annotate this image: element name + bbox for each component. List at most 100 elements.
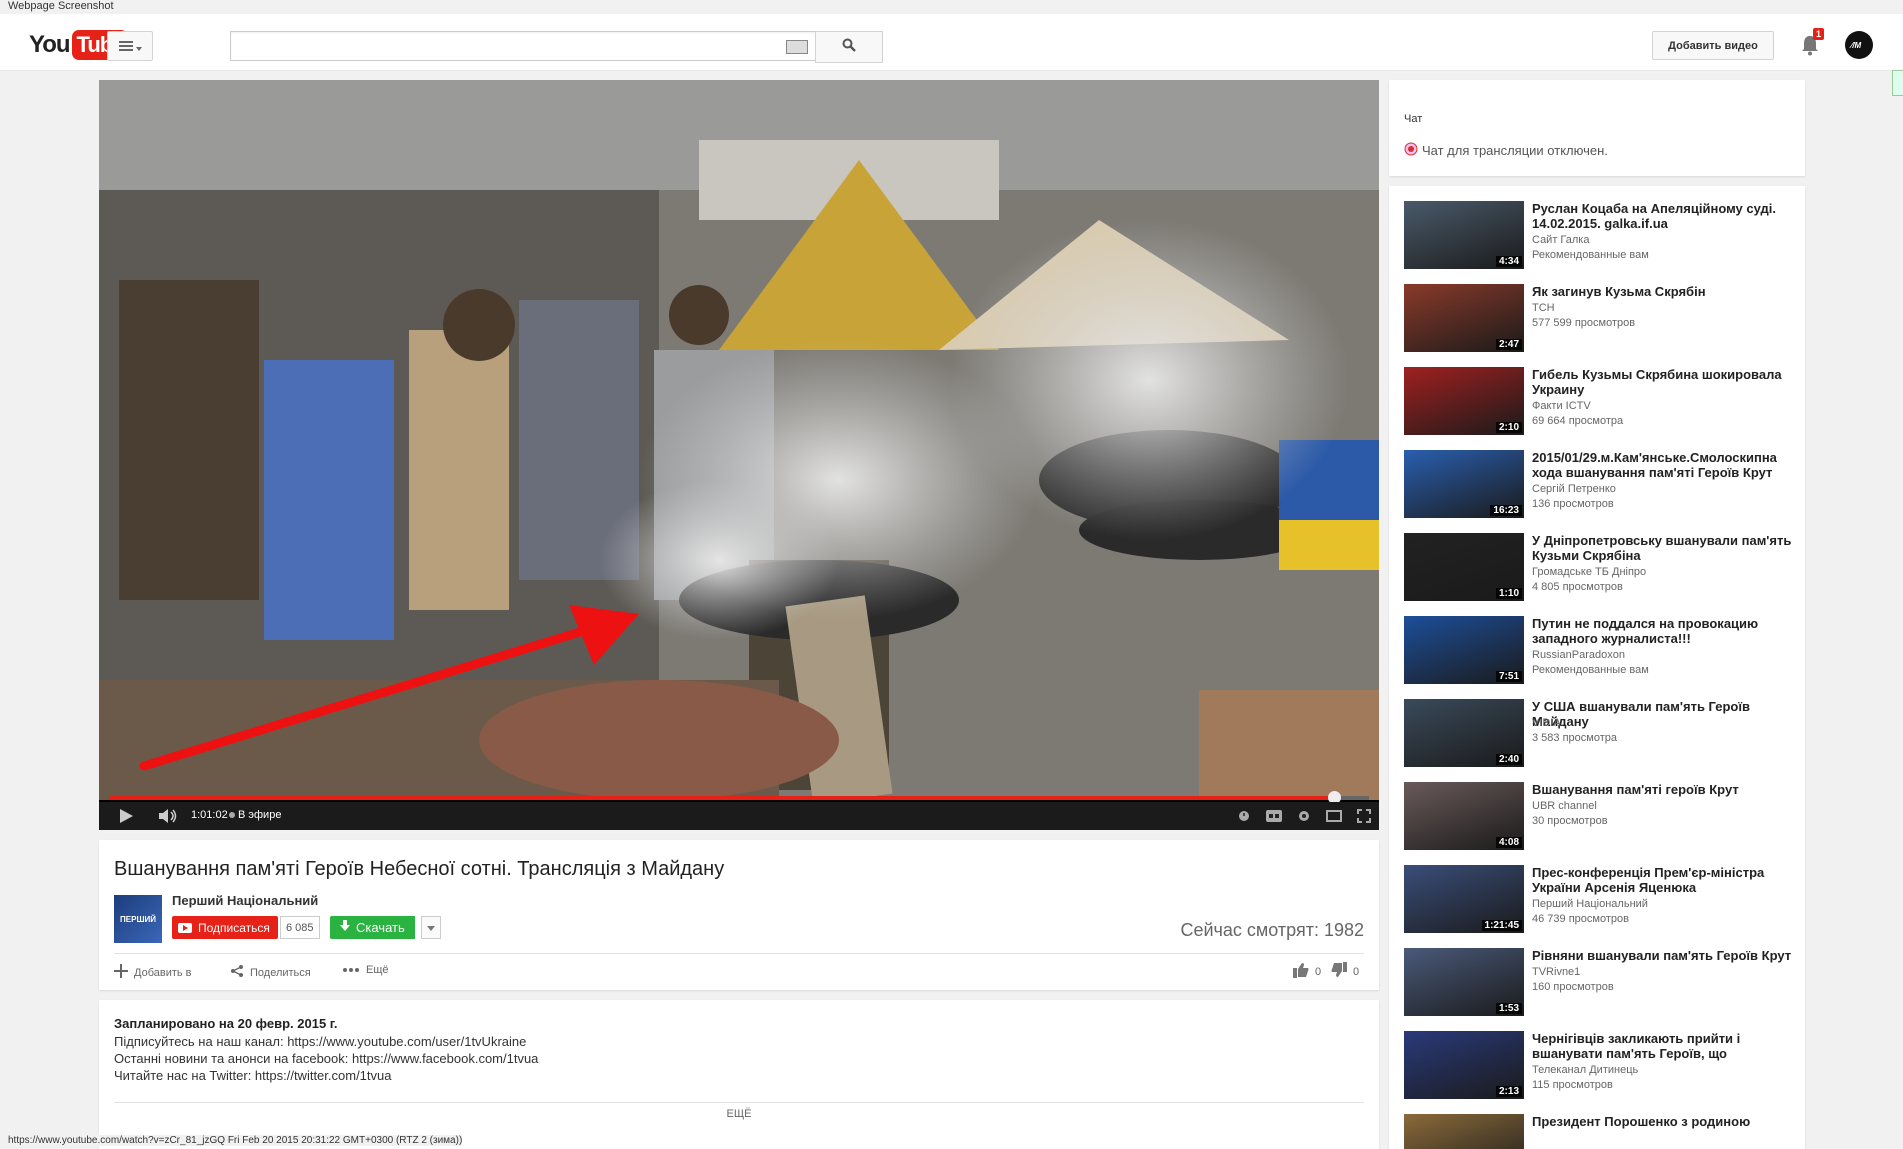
search-button[interactable]: [815, 31, 883, 63]
related-video-item[interactable]: 2:40 У США вшанували пам'ять Героїв Майда…: [1404, 699, 1794, 769]
description-line: Читайте нас на Twitter: https://twitter.…: [114, 1068, 392, 1083]
more-actions-button[interactable]: Ещё: [342, 964, 389, 976]
related-video-views: Рекомендованные вам: [1532, 664, 1649, 676]
related-video-channel[interactable]: Факти ICTV: [1532, 400, 1591, 412]
add-to-button[interactable]: Добавить в: [114, 964, 192, 981]
masthead: You Tube Добавить видео 1 ⁄/M: [0, 14, 1903, 71]
upload-video-button[interactable]: Добавить видео: [1652, 31, 1774, 60]
related-video-channel[interactable]: Телеканал Дитинець: [1532, 1064, 1638, 1076]
related-video-channel[interactable]: Сергій Петренко: [1532, 483, 1616, 495]
live-label: В эфире: [238, 809, 282, 821]
download-button[interactable]: Скачать: [330, 916, 415, 939]
related-video-item[interactable]: 1:10 У Дніпропетровську вшанували пам'ять…: [1404, 533, 1794, 603]
player-controls: 1:01:02 В эфире: [99, 802, 1379, 830]
subscriber-count: 6 085: [280, 916, 320, 939]
search-input[interactable]: [231, 32, 767, 58]
related-video-item[interactable]: Президент Порошенко з родиною: [1404, 1114, 1794, 1149]
related-video-item[interactable]: 2:10 Гибель Кузьмы Скрябина шокировала Ук…: [1404, 367, 1794, 437]
scheduled-date: Запланировано на 20 февр. 2015 г.: [114, 1016, 338, 1031]
video-duration: 1:10: [1495, 588, 1522, 599]
related-video-item[interactable]: 16:23 2015/01/29.м.Кам'янське.Смолоскипна…: [1404, 450, 1794, 520]
screenshot-caption: Webpage Screenshot: [8, 0, 114, 12]
related-video-item[interactable]: 2:13 Чернігівців закликають прийти і вшан…: [1404, 1031, 1794, 1101]
share-button[interactable]: Поделиться: [230, 964, 311, 981]
side-extension-tab[interactable]: [1892, 70, 1903, 96]
dislike-button[interactable]: 0: [1331, 962, 1359, 981]
related-video-channel[interactable]: TVRivne1: [1532, 966, 1580, 978]
video-duration: 2:10: [1495, 422, 1522, 433]
related-video-title[interactable]: Як загинув Кузьма Скрябін: [1532, 284, 1794, 299]
related-video-title[interactable]: Прес-конференція Прем'єр-міністра Україн…: [1532, 865, 1794, 895]
related-video-title[interactable]: У Дніпропетровську вшанували пам'ять Куз…: [1532, 533, 1794, 563]
related-video-thumbnail[interactable]: 2:10: [1404, 367, 1524, 435]
watch-later-icon[interactable]: [1235, 807, 1253, 825]
fullscreen-icon[interactable]: [1355, 807, 1373, 825]
related-video-thumbnail[interactable]: 1:53: [1404, 948, 1524, 1016]
play-icon[interactable]: [119, 809, 133, 828]
related-video-thumbnail[interactable]: 1:21:45: [1404, 865, 1524, 933]
show-more-button[interactable]: ЕЩЁ: [99, 1108, 1379, 1120]
related-video-thumbnail[interactable]: 2:40: [1404, 699, 1524, 767]
live-indicator[interactable]: В эфире: [229, 809, 281, 821]
related-video-views: 160 просмотров: [1532, 981, 1614, 993]
related-video-channel[interactable]: VIDIA: [1532, 717, 1561, 729]
keyboard-icon[interactable]: [786, 40, 808, 54]
related-video-thumbnail[interactable]: 7:51: [1404, 616, 1524, 684]
video-player[interactable]: 1:01:02 В эфире: [99, 80, 1379, 830]
related-video-thumbnail[interactable]: 4:34: [1404, 201, 1524, 269]
related-video-channel[interactable]: Сайт Галка: [1532, 234, 1589, 246]
theater-mode-icon[interactable]: [1325, 807, 1343, 825]
video-duration: 2:13: [1495, 1086, 1522, 1097]
guide-menu-button[interactable]: [107, 31, 153, 61]
related-video-channel[interactable]: ТСН: [1532, 302, 1555, 314]
volume-icon[interactable]: [159, 809, 179, 828]
account-avatar[interactable]: ⁄/M: [1845, 31, 1873, 59]
subscribe-button[interactable]: Подписаться: [172, 916, 278, 939]
chat-status-text: Чат для трансляции отключен.: [1422, 143, 1608, 158]
related-video-item[interactable]: 4:34 Руслан Коцаба на Апеляційному суді. …: [1404, 201, 1794, 271]
search-icon: [842, 38, 856, 57]
related-video-title[interactable]: Руслан Коцаба на Апеляційному суді. 14.0…: [1532, 201, 1794, 231]
related-video-title[interactable]: Президент Порошенко з родиною: [1532, 1114, 1794, 1129]
related-video-channel[interactable]: UBR channel: [1532, 800, 1597, 812]
related-video-thumbnail[interactable]: 2:47: [1404, 284, 1524, 352]
related-video-title[interactable]: Рівняни вшанували пам'ять Героїв Крут: [1532, 948, 1794, 963]
related-video-title[interactable]: У США вшанували пам'ять Героїв Майдану: [1532, 699, 1794, 729]
thumbs-down-icon: [1331, 962, 1347, 981]
download-options-button[interactable]: [421, 916, 441, 939]
related-video-item[interactable]: 2:47 Як загинув Кузьма Скрябін ТСН 577 599 …: [1404, 284, 1794, 354]
related-video-title[interactable]: Гибель Кузьмы Скрябина шокировала Украин…: [1532, 367, 1794, 397]
related-video-channel[interactable]: Громадське ТБ Дніпро: [1532, 566, 1646, 578]
related-video-item[interactable]: 1:53 Рівняни вшанували пам'ять Героїв Кру…: [1404, 948, 1794, 1018]
live-dot-icon: [229, 812, 235, 818]
related-video-item[interactable]: 1:21:45 Прес-конференція Прем'єр-міністра…: [1404, 865, 1794, 935]
video-duration: 1:53: [1495, 1003, 1522, 1014]
channel-name[interactable]: Перший Національний: [172, 893, 318, 908]
subscribe-label: Подписаться: [198, 920, 270, 935]
related-video-thumbnail[interactable]: 1:10: [1404, 533, 1524, 601]
settings-gear-icon[interactable]: [1295, 807, 1313, 825]
notification-count-badge: 1: [1813, 28, 1825, 40]
related-video-title[interactable]: Чернігівців закликають прийти і вшануват…: [1532, 1031, 1794, 1061]
related-video-title[interactable]: Путин не поддался на провокацию западног…: [1532, 616, 1794, 646]
divider: [114, 1102, 1364, 1103]
svg-text:⁄/M: ⁄/M: [1849, 41, 1862, 50]
related-video-thumbnail[interactable]: [1404, 1114, 1524, 1149]
like-button[interactable]: 0: [1293, 962, 1321, 981]
related-video-title[interactable]: 2015/01/29.м.Кам'янське.Смолоскипна хода…: [1532, 450, 1794, 480]
related-video-thumbnail[interactable]: 16:23: [1404, 450, 1524, 518]
related-video-title[interactable]: Вшанування пам'яті героїв Крут: [1532, 782, 1794, 797]
related-video-item[interactable]: 7:51 Путин не поддался на провокацию запа…: [1404, 616, 1794, 686]
related-video-thumbnail[interactable]: 4:08: [1404, 782, 1524, 850]
related-video-views: 69 664 просмотра: [1532, 415, 1624, 427]
more-dots-icon: [342, 964, 360, 976]
related-video-views: 4 805 просмотров: [1532, 581, 1623, 593]
captions-icon[interactable]: [1265, 807, 1283, 825]
channel-avatar[interactable]: ПЕРШИЙ: [114, 895, 162, 943]
related-video-channel[interactable]: Перший Національний: [1532, 898, 1648, 910]
related-video-thumbnail[interactable]: 2:13: [1404, 1031, 1524, 1099]
progress-bar[interactable]: [109, 791, 1369, 804]
related-video-channel[interactable]: RussianParadoxon: [1532, 649, 1625, 661]
related-video-item[interactable]: 4:08 Вшанування пам'яті героїв Крут UBR ch…: [1404, 782, 1794, 852]
plus-icon: [114, 964, 128, 981]
